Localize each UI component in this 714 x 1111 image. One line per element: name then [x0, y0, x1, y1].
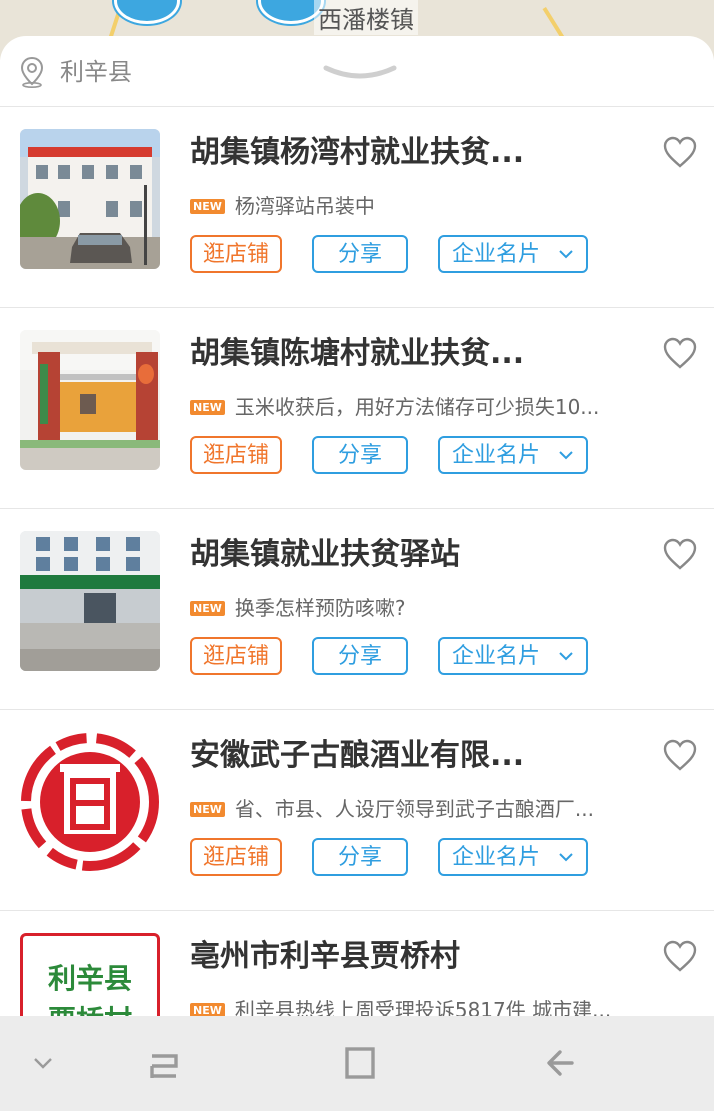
item-news[interactable]: NEW 杨湾驿站吊装中	[190, 191, 640, 221]
wine-seal-logo	[20, 732, 160, 872]
building-photo	[20, 129, 160, 269]
business-card-dropdown[interactable]: 企业名片	[438, 637, 588, 675]
business-card-dropdown[interactable]: 企业名片	[438, 838, 588, 876]
item-title[interactable]: 胡集镇就业扶贫驿站	[190, 535, 630, 575]
location-label[interactable]: 利辛县	[60, 56, 132, 88]
map-marker[interactable]	[114, 0, 180, 24]
news-text: 玉米收获后，用好方法储存可少损失10...	[234, 395, 600, 419]
item-title[interactable]: 胡集镇杨湾村就业扶贫...	[190, 133, 630, 173]
village-sign-text-2: 贾桥村	[23, 1004, 157, 1016]
village-sign: 利辛县 贾桥村	[20, 933, 160, 1016]
back-arrow-icon[interactable]	[544, 1046, 578, 1080]
gate-photo	[20, 330, 160, 470]
share-button[interactable]: 分享	[312, 235, 408, 273]
item-news[interactable]: NEW 玉米收获后，用好方法储存可少损失10...	[190, 392, 640, 422]
new-badge: NEW	[190, 399, 225, 415]
home-icon[interactable]	[344, 1046, 378, 1080]
storefront-photo	[20, 531, 160, 671]
new-badge: NEW	[190, 600, 225, 616]
chevron-down-icon	[559, 250, 573, 259]
collapse-handle-icon[interactable]	[322, 62, 398, 82]
list-item[interactable]: 安徽武子古酿酒业有限... NEW 省、市县、人设厅领导到武子古酿酒厂... 逛店…	[0, 710, 714, 911]
list-item[interactable]: 利辛县 贾桥村 亳州市利辛县贾桥村 NEW 利辛县热线上周受理投诉5817件 城市…	[0, 911, 714, 1016]
business-card-dropdown[interactable]: 企业名片	[438, 235, 588, 273]
item-title[interactable]: 胡集镇陈塘村就业扶贫...	[190, 334, 630, 374]
favorite-heart-icon[interactable]	[662, 135, 698, 169]
share-button[interactable]: 分享	[312, 838, 408, 876]
business-card-dropdown[interactable]: 企业名片	[438, 436, 588, 474]
item-news[interactable]: NEW 换季怎样预防咳嗽?	[190, 593, 640, 623]
list-item[interactable]: 胡集镇陈塘村就业扶贫... NEW 玉米收获后，用好方法储存可少损失10... 逛…	[0, 308, 714, 509]
chevron-down-icon	[559, 652, 573, 661]
new-badge: NEW	[190, 801, 225, 817]
visit-shop-button[interactable]: 逛店铺	[190, 235, 282, 273]
list-item[interactable]: 胡集镇杨湾村就业扶贫... NEW 杨湾驿站吊装中 逛店铺 分享 企业名片	[0, 107, 714, 308]
chevron-down-icon	[559, 853, 573, 862]
visit-shop-button[interactable]: 逛店铺	[190, 637, 282, 675]
favorite-heart-icon[interactable]	[662, 336, 698, 370]
chevron-down-icon	[559, 451, 573, 460]
visit-shop-button[interactable]: 逛店铺	[190, 436, 282, 474]
new-badge: NEW	[190, 1002, 225, 1016]
favorite-heart-icon[interactable]	[662, 738, 698, 772]
share-button[interactable]: 分享	[312, 637, 408, 675]
business-card-label: 企业名片	[452, 443, 541, 468]
map-town-label: 西潘楼镇	[314, 0, 418, 35]
favorite-heart-icon[interactable]	[662, 939, 698, 973]
business-card-label: 企业名片	[452, 644, 541, 669]
item-title[interactable]: 安徽武子古酿酒业有限...	[190, 736, 630, 776]
visit-shop-button[interactable]: 逛店铺	[190, 838, 282, 876]
favorite-heart-icon[interactable]	[662, 537, 698, 571]
system-nav-bar	[0, 1016, 714, 1111]
business-card-label: 企业名片	[452, 242, 541, 267]
hide-nav-chevron-icon[interactable]	[32, 1056, 54, 1070]
news-text: 省、市县、人设厅领导到武子古酿酒厂...	[234, 797, 594, 821]
list-item[interactable]: 胡集镇就业扶贫驿站 NEW 换季怎样预防咳嗽? 逛店铺 分享 企业名片	[0, 509, 714, 710]
item-title[interactable]: 亳州市利辛县贾桥村	[190, 937, 630, 977]
share-button[interactable]: 分享	[312, 436, 408, 474]
item-news[interactable]: NEW 省、市县、人设厅领导到武子古酿酒厂...	[190, 794, 640, 824]
news-text: 利辛县热线上周受理投诉5817件 城市建...	[234, 998, 612, 1016]
business-card-label: 企业名片	[452, 845, 541, 870]
sheet-header: 利辛县	[0, 36, 714, 107]
item-news[interactable]: NEW 利辛县热线上周受理投诉5817件 城市建...	[190, 995, 640, 1016]
news-text: 换季怎样预防咳嗽?	[234, 596, 406, 620]
new-badge: NEW	[190, 198, 225, 214]
village-sign-text: 利辛县	[47, 962, 132, 995]
results-sheet: 利辛县 胡集镇杨湾村就业扶贫... NEW 杨湾驿站吊装中 逛店铺 分享 企业名…	[0, 36, 714, 1016]
news-text: 杨湾驿站吊装中	[234, 194, 375, 218]
recent-apps-icon[interactable]	[146, 1046, 182, 1082]
location-pin-icon	[20, 56, 44, 88]
